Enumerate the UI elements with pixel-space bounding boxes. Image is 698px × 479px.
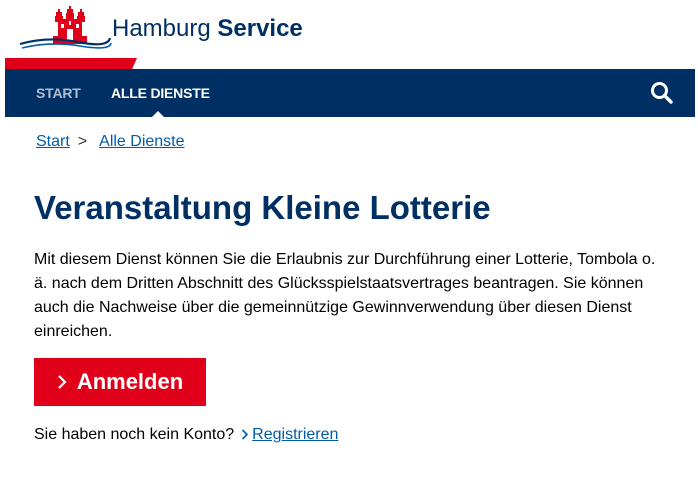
brand-name-part2: Service: [217, 15, 303, 42]
register-link[interactable]: Registrieren: [252, 426, 338, 443]
service-description: Mit diesem Dienst können Sie die Erlaubn…: [34, 251, 656, 340]
nav-item-start[interactable]: START: [36, 69, 81, 117]
breadcrumb-start-link[interactable]: Start: [36, 133, 70, 150]
login-button[interactable]: Anmelden: [34, 358, 206, 406]
breadcrumb-separator: >: [77, 133, 88, 150]
breadcrumb-alle-dienste-link[interactable]: Alle Dienste: [99, 133, 184, 150]
search-icon[interactable]: [649, 80, 675, 106]
chevron-right-icon: [242, 429, 249, 440]
active-nav-indicator: [152, 111, 164, 117]
site-logo[interactable]: Hamburg Service: [18, 6, 318, 52]
hamburg-castle-logo-icon: [19, 6, 112, 49]
login-button-label: Anmelden: [76, 369, 184, 394]
nav-item-alle-dienste[interactable]: ALLE DIENSTE: [111, 69, 210, 117]
chevron-right-icon: [58, 375, 67, 389]
main-navigation: START ALLE DIENSTE: [5, 69, 695, 117]
brand-name-part1: Hamburg: [112, 15, 218, 42]
site-header: Hamburg Service: [0, 0, 698, 76]
page-title: Veranstaltung Kleine Lotterie: [34, 189, 491, 226]
register-prompt: Sie haben noch kein Konto? Registrieren: [34, 424, 338, 446]
breadcrumb: Start > Alle Dienste: [36, 131, 185, 153]
brand-name: Hamburg Service: [112, 14, 303, 44]
register-question: Sie haben noch kein Konto?: [34, 426, 235, 443]
